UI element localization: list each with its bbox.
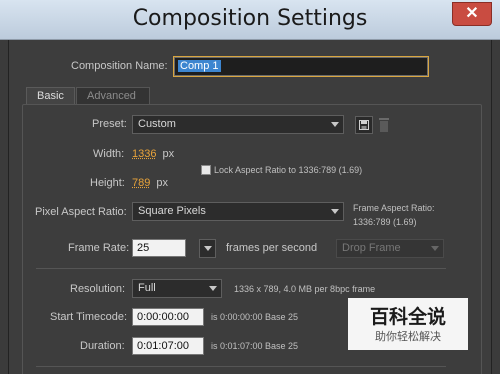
title-bar: Composition Settings ✕ (0, 0, 500, 40)
resolution-info: 1336 x 789, 4.0 MB per 8bpc frame (234, 284, 376, 294)
chevron-down-icon (331, 122, 339, 127)
width-value: 1336 (132, 148, 157, 160)
pixel-aspect-dropdown[interactable]: Square Pixels (132, 202, 344, 221)
composition-name-value: Comp 1 (178, 60, 221, 72)
watermark-title: 百科全说 (369, 306, 446, 328)
pixel-aspect-value: Square Pixels (138, 205, 206, 217)
start-timecode-input[interactable]: 0:00:00:00 (132, 308, 204, 326)
height-value: 789 (132, 177, 151, 189)
width-label: Width: (93, 148, 125, 160)
start-timecode-value: 0:00:00:00 (137, 311, 189, 323)
composition-name-label: Composition Name: (71, 60, 168, 72)
chevron-down-icon (209, 286, 217, 291)
frame-rate-input[interactable]: 25 (132, 239, 186, 257)
tab-basic[interactable]: Basic (26, 87, 75, 104)
chevron-down-icon (431, 246, 439, 251)
duration-info: is 0:01:07:00 Base 25 (211, 341, 299, 351)
window-title: Composition Settings (132, 6, 368, 31)
composition-name-input[interactable]: Comp 1 (173, 56, 429, 77)
lock-aspect-label: Lock Aspect Ratio to 1336:789 (1.69) (214, 165, 363, 175)
width-field[interactable]: 1336 px (132, 148, 174, 160)
frame-rate-dropdown[interactable] (199, 239, 216, 258)
height-unit: px (156, 177, 169, 189)
watermark-logo: 百科全说 助你轻松解决 (348, 298, 468, 350)
start-timecode-label: Start Timecode: (50, 311, 128, 323)
resolution-dropdown[interactable]: Full (132, 279, 222, 298)
tab-advanced[interactable]: Advanced (76, 87, 150, 104)
duration-input[interactable]: 0:01:07:00 (132, 337, 204, 355)
resolution-label: Resolution: (70, 283, 126, 295)
preset-label: Preset: (92, 118, 127, 130)
lock-aspect-checkbox[interactable] (201, 165, 211, 175)
frame-aspect-label: Frame Aspect Ratio: (353, 203, 435, 213)
watermark-subtitle: 助你轻松解决 (375, 330, 441, 343)
start-timecode-info: is 0:00:00:00 Base 25 (211, 312, 299, 322)
chevron-down-icon (331, 209, 339, 214)
resolution-value: Full (138, 282, 156, 294)
drop-frame-dropdown[interactable]: Drop Frame (336, 239, 444, 258)
chevron-down-icon (204, 246, 212, 251)
frame-rate-label: Frame Rate: (68, 242, 130, 254)
frame-aspect-value: 1336:789 (1.69) (353, 217, 417, 227)
close-icon[interactable]: ✕ (452, 2, 492, 26)
frame-rate-unit: frames per second (226, 242, 318, 254)
frame-rate-value: 25 (137, 242, 150, 254)
pixel-aspect-label: Pixel Aspect Ratio: (35, 206, 127, 218)
save-preset-button[interactable] (355, 116, 373, 134)
duration-label: Duration: (80, 340, 125, 352)
duration-value: 0:01:07:00 (137, 340, 189, 352)
divider (36, 268, 446, 269)
drop-frame-value: Drop Frame (342, 242, 401, 254)
height-field[interactable]: 789 px (132, 177, 168, 189)
preset-value: Custom (138, 118, 176, 130)
width-unit: px (162, 148, 175, 160)
divider (36, 366, 446, 367)
save-icon (359, 120, 369, 130)
preset-dropdown[interactable]: Custom (132, 115, 344, 134)
trash-icon[interactable] (377, 117, 391, 133)
height-label: Height: (90, 177, 125, 189)
